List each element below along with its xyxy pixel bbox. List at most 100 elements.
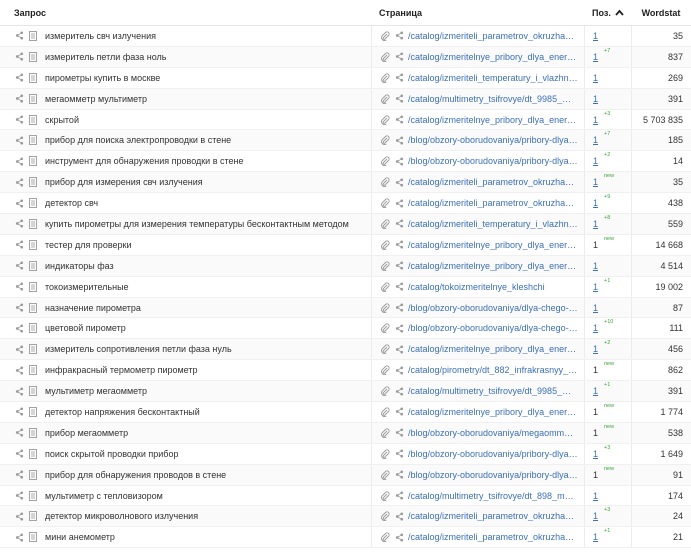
share-icon[interactable] (14, 386, 24, 396)
attachment-icon[interactable] (380, 219, 390, 229)
document-icon[interactable] (28, 219, 38, 229)
share-icon[interactable] (394, 303, 404, 313)
position-value[interactable]: 1 (593, 491, 598, 501)
share-icon[interactable] (394, 94, 404, 104)
attachment-icon[interactable] (380, 282, 390, 292)
attachment-icon[interactable] (380, 31, 390, 41)
page-url-link[interactable]: /catalog/izmeritelnye_pribory_dlya_energ… (408, 344, 578, 354)
page-url-link[interactable]: /catalog/izmeriteli_parametrov_okruzhayu… (408, 31, 578, 41)
attachment-icon[interactable] (380, 52, 390, 62)
position-value[interactable]: 1 (593, 344, 598, 354)
document-icon[interactable] (28, 407, 38, 417)
attachment-icon[interactable] (380, 491, 390, 501)
share-icon[interactable] (14, 115, 24, 125)
page-url-link[interactable]: /catalog/izmeriteli_parametrov_okruzhayu… (408, 511, 578, 521)
document-icon[interactable] (28, 281, 38, 292)
attachment-icon[interactable] (380, 532, 390, 543)
share-icon[interactable] (14, 428, 24, 438)
page-url-link[interactable]: /catalog/izmeritelnye_pribory_dlya_energ… (408, 115, 578, 125)
attachment-icon[interactable] (380, 386, 390, 397)
position-value[interactable]: 1 (593, 31, 598, 41)
position-value[interactable]: 1 (593, 323, 598, 333)
document-icon[interactable] (28, 323, 38, 334)
position-value[interactable]: 1 (593, 115, 598, 125)
document-icon[interactable] (28, 114, 38, 125)
position-value[interactable]: 1 (593, 261, 598, 271)
share-icon[interactable] (394, 386, 404, 396)
share-icon[interactable] (14, 177, 24, 187)
document-icon[interactable] (28, 93, 38, 104)
share-icon[interactable] (14, 344, 24, 354)
share-icon[interactable] (394, 449, 404, 459)
attachment-icon[interactable] (380, 470, 390, 480)
document-icon[interactable] (28, 511, 38, 522)
share-icon[interactable] (394, 323, 404, 333)
share-icon[interactable] (14, 449, 24, 459)
share-icon[interactable] (394, 219, 404, 229)
share-icon[interactable] (394, 31, 404, 41)
position-value[interactable]: 1 (593, 449, 598, 459)
attachment-icon[interactable] (380, 323, 390, 334)
column-header-page[interactable]: Страница (371, 0, 584, 25)
page-url-link[interactable]: /catalog/izmeriteli_parametrov_okruzhayu… (408, 532, 578, 542)
document-icon[interactable] (28, 177, 38, 188)
share-icon[interactable] (14, 491, 24, 501)
position-value[interactable]: 1 (593, 532, 598, 542)
share-icon[interactable] (394, 511, 404, 521)
page-url-link[interactable]: /blog/obzory-oborudovaniya/megaommetr... (408, 428, 578, 438)
attachment-icon[interactable] (380, 177, 390, 188)
share-icon[interactable] (14, 261, 24, 271)
position-value[interactable]: 1 (593, 52, 598, 62)
document-icon[interactable] (28, 386, 38, 397)
share-icon[interactable] (394, 73, 404, 83)
page-url-link[interactable]: /blog/obzory-oborudovaniya/pribory-dlya-… (408, 135, 578, 145)
document-icon[interactable] (28, 490, 38, 501)
page-url-link[interactable]: /catalog/pirometry/dt_882_infrakrasnyy_t… (408, 365, 578, 375)
page-url-link[interactable]: /catalog/izmeriteli_parametrov_okruzhayu… (408, 177, 578, 187)
attachment-icon[interactable] (380, 156, 390, 167)
share-icon[interactable] (394, 344, 404, 354)
share-icon[interactable] (394, 282, 404, 292)
share-icon[interactable] (394, 240, 404, 250)
share-icon[interactable] (394, 261, 404, 271)
document-icon[interactable] (28, 532, 38, 543)
page-url-link[interactable]: /catalog/izmeriteli_temperatury_i_vlazhn… (408, 73, 578, 83)
position-value[interactable]: 1 (593, 511, 598, 521)
share-icon[interactable] (394, 198, 404, 208)
attachment-icon[interactable] (380, 365, 390, 376)
share-icon[interactable] (14, 52, 24, 62)
position-value[interactable]: 1 (593, 156, 598, 166)
share-icon[interactable] (14, 219, 24, 229)
attachment-icon[interactable] (380, 428, 390, 438)
share-icon[interactable] (14, 156, 24, 166)
share-icon[interactable] (14, 303, 24, 313)
attachment-icon[interactable] (380, 73, 390, 83)
page-url-link[interactable]: /blog/obzory-oborudovaniya/pribory-dlya-… (408, 449, 578, 459)
share-icon[interactable] (394, 470, 404, 480)
share-icon[interactable] (14, 470, 24, 480)
attachment-icon[interactable] (380, 94, 390, 104)
share-icon[interactable] (394, 115, 404, 125)
page-url-link[interactable]: /catalog/multimetry_tsifrovye/dt_9985_mu… (408, 386, 578, 396)
document-icon[interactable] (28, 30, 38, 41)
share-icon[interactable] (14, 31, 24, 41)
document-icon[interactable] (28, 135, 38, 146)
position-value[interactable]: 1 (593, 282, 598, 292)
page-url-link[interactable]: /catalog/multimetry_tsifrovye/dt_9985_mu… (408, 94, 578, 104)
share-icon[interactable] (394, 135, 404, 145)
document-icon[interactable] (28, 198, 38, 209)
share-icon[interactable] (394, 52, 404, 62)
document-icon[interactable] (28, 51, 38, 62)
document-icon[interactable] (28, 344, 38, 355)
share-icon[interactable] (394, 428, 404, 438)
attachment-icon[interactable] (380, 303, 390, 313)
share-icon[interactable] (394, 156, 404, 166)
attachment-icon[interactable] (380, 135, 390, 146)
page-url-link[interactable]: /catalog/izmeriteli_temperatury_i_vlazhn… (408, 219, 578, 229)
document-icon[interactable] (28, 156, 38, 167)
document-icon[interactable] (28, 302, 38, 313)
share-icon[interactable] (394, 177, 404, 187)
page-url-link[interactable]: /catalog/izmeritelnye_pribory_dlya_energ… (408, 261, 578, 271)
share-icon[interactable] (394, 407, 404, 417)
attachment-icon[interactable] (380, 240, 390, 250)
